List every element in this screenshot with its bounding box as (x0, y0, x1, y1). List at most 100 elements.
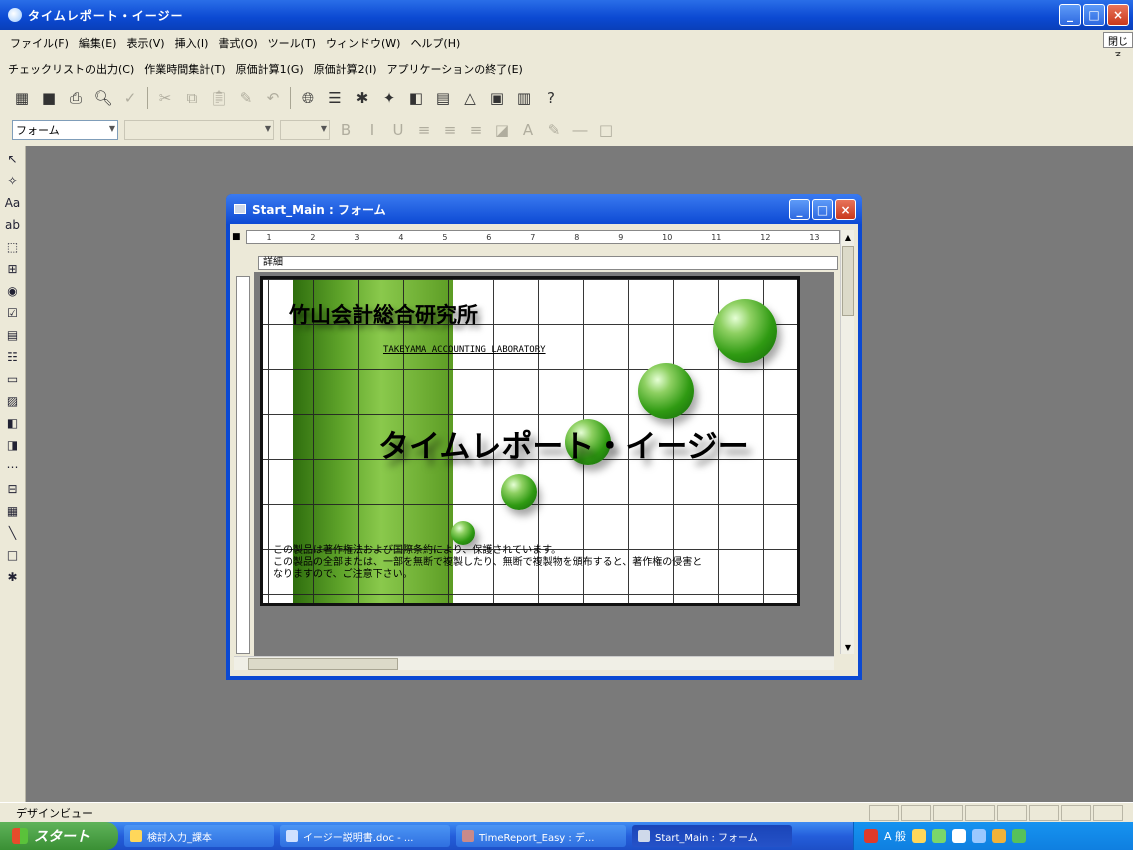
save-icon[interactable]: ■ (39, 88, 59, 108)
unbound-object-icon[interactable]: ◧ (4, 414, 22, 432)
menu-window[interactable]: ウィンドウ(W) (326, 35, 400, 51)
fill-color-icon[interactable]: ◪ (492, 120, 512, 140)
checkbox-tool-icon[interactable]: ☑ (4, 304, 22, 322)
tab-control-icon[interactable]: ⊟ (4, 480, 22, 498)
build-icon[interactable]: △ (460, 88, 480, 108)
security-icon[interactable] (1012, 829, 1027, 843)
scroll-thumb[interactable] (842, 246, 854, 316)
menu-help[interactable]: ヘルプ(H) (410, 35, 460, 51)
menu-format[interactable]: 書式(O) (218, 35, 257, 51)
menu-file[interactable]: ファイル(F) (10, 35, 69, 51)
align-center-icon[interactable]: ≡ (440, 120, 460, 140)
menu-tools[interactable]: ツール(T) (268, 35, 316, 51)
subform-icon[interactable]: ▦ (4, 502, 22, 520)
object-selector[interactable]: フォーム ▼ (12, 120, 118, 140)
network-icon[interactable] (972, 829, 987, 843)
print-icon[interactable]: ⎙ (66, 88, 86, 108)
field-list-icon[interactable]: ☰ (325, 88, 345, 108)
tray-app-icon[interactable] (864, 829, 878, 843)
ime-close-button[interactable]: 閉じる (1103, 32, 1133, 63)
vertical-scrollbar[interactable]: ▲ ▼ (840, 230, 854, 654)
autoformat-icon[interactable]: ✦ (379, 88, 399, 108)
menu-edit[interactable]: 編集(E) (79, 35, 117, 51)
textbox-tool-icon[interactable]: ab (4, 216, 22, 234)
font-color-icon[interactable]: A (518, 120, 538, 140)
align-left-icon[interactable]: ≡ (414, 120, 434, 140)
scroll-thumb[interactable] (248, 658, 398, 670)
database-window-icon[interactable]: ▣ (487, 88, 507, 108)
properties-icon[interactable]: ▤ (433, 88, 453, 108)
bold-icon[interactable]: B (336, 120, 356, 140)
minimize-button[interactable]: _ (1059, 4, 1081, 26)
control-wizards-icon[interactable]: ✧ (4, 172, 22, 190)
combobox-tool-icon[interactable]: ▤ (4, 326, 22, 344)
menu-checklist-output[interactable]: チェックリストの出力(C) (8, 61, 134, 77)
splash-image[interactable]: 竹山会計総合研究所 TAKEYAMA ACCOUNTING LABORATORY… (260, 276, 800, 606)
command-button-icon[interactable]: ▭ (4, 370, 22, 388)
taskbar-item-active[interactable]: Start_Main : フォーム (632, 825, 792, 847)
option-button-icon[interactable]: ◉ (4, 282, 22, 300)
vertical-ruler[interactable] (236, 276, 250, 654)
code-icon[interactable]: ◧ (406, 88, 426, 108)
new-object-icon[interactable]: ▥ (514, 88, 534, 108)
ime-tool-icon[interactable] (932, 829, 947, 843)
taskbar-item[interactable]: TimeReport_Easy : デ... (456, 825, 626, 847)
menu-cost-calc-1[interactable]: 原価計算1(G) (236, 61, 304, 77)
close-button[interactable]: × (1107, 4, 1129, 26)
help-icon[interactable]: ? (541, 88, 561, 108)
page-break-icon[interactable]: ⋯ (4, 458, 22, 476)
line-width-icon[interactable]: ― (570, 120, 590, 140)
toggle-button-icon[interactable]: ⊞ (4, 260, 22, 278)
ime-mode-indicator[interactable]: A 般 (884, 828, 906, 844)
start-button[interactable]: スタート (0, 822, 118, 850)
label-tool-icon[interactable]: Aa (4, 194, 22, 212)
detail-section-header[interactable]: 詳細 (258, 256, 838, 270)
cut-icon[interactable]: ✂ (155, 88, 175, 108)
ime-dictionary-icon[interactable] (912, 829, 927, 843)
form-close-button[interactable]: × (835, 199, 856, 220)
view-icon[interactable]: ▦ (12, 88, 32, 108)
align-right-icon[interactable]: ≡ (466, 120, 486, 140)
menu-cost-calc-2[interactable]: 原価計算2(I) (314, 61, 377, 77)
format-painter-icon[interactable]: ✎ (236, 88, 256, 108)
listbox-tool-icon[interactable]: ☷ (4, 348, 22, 366)
option-group-icon[interactable]: ⬚ (4, 238, 22, 256)
paste-icon[interactable]: 📋︎ (209, 88, 229, 108)
more-controls-icon[interactable]: ✱ (4, 568, 22, 586)
menu-work-time-summary[interactable]: 作業時間集計(T) (144, 61, 225, 77)
form-maximize-button[interactable]: □ (812, 199, 833, 220)
print-preview-icon[interactable]: 🔍︎ (93, 88, 113, 108)
select-objects-icon[interactable]: ↖ (4, 150, 22, 168)
horizontal-ruler[interactable]: 1 2 3 4 5 6 7 8 9 10 11 12 13 (246, 230, 840, 244)
underline-icon[interactable]: U (388, 120, 408, 140)
rectangle-tool-icon[interactable]: □ (4, 546, 22, 564)
horizontal-scrollbar[interactable] (234, 656, 834, 670)
menu-view[interactable]: 表示(V) (126, 35, 164, 51)
form-selector-icon[interactable]: ■ (232, 232, 242, 242)
spellcheck-icon[interactable]: ✓ (120, 88, 140, 108)
toolbox-icon[interactable]: ✱ (352, 88, 372, 108)
form-minimize-button[interactable]: _ (789, 199, 810, 220)
bound-object-icon[interactable]: ◨ (4, 436, 22, 454)
taskbar-item[interactable]: イージー説明書.doc - ... (280, 825, 450, 847)
font-size-selector[interactable]: ▼ (280, 120, 330, 140)
copy-icon[interactable]: ⧉ (182, 88, 202, 108)
scroll-up-icon[interactable]: ▲ (841, 230, 855, 244)
ime-settings-icon[interactable] (952, 829, 967, 843)
line-color-icon[interactable]: ✎ (544, 120, 564, 140)
undo-icon[interactable]: ↶ (263, 88, 283, 108)
insert-hyperlink-icon[interactable]: 🌐︎ (298, 88, 318, 108)
app-icon[interactable] (8, 8, 22, 22)
maximize-button[interactable]: □ (1083, 4, 1105, 26)
line-tool-icon[interactable]: ╲ (4, 524, 22, 542)
font-name-selector[interactable]: ▼ (124, 120, 274, 140)
image-tool-icon[interactable]: ▨ (4, 392, 22, 410)
volume-icon[interactable] (992, 829, 1007, 843)
menu-exit-application[interactable]: アプリケーションの終了(E) (387, 61, 523, 77)
menu-insert[interactable]: 挿入(I) (175, 35, 209, 51)
italic-icon[interactable]: I (362, 120, 382, 140)
taskbar-item[interactable]: 検討入力_課本 (124, 825, 274, 847)
form-title-bar[interactable]: Start_Main : フォーム _ □ × (226, 194, 862, 224)
special-effect-icon[interactable]: □ (596, 120, 616, 140)
scroll-down-icon[interactable]: ▼ (841, 640, 855, 654)
